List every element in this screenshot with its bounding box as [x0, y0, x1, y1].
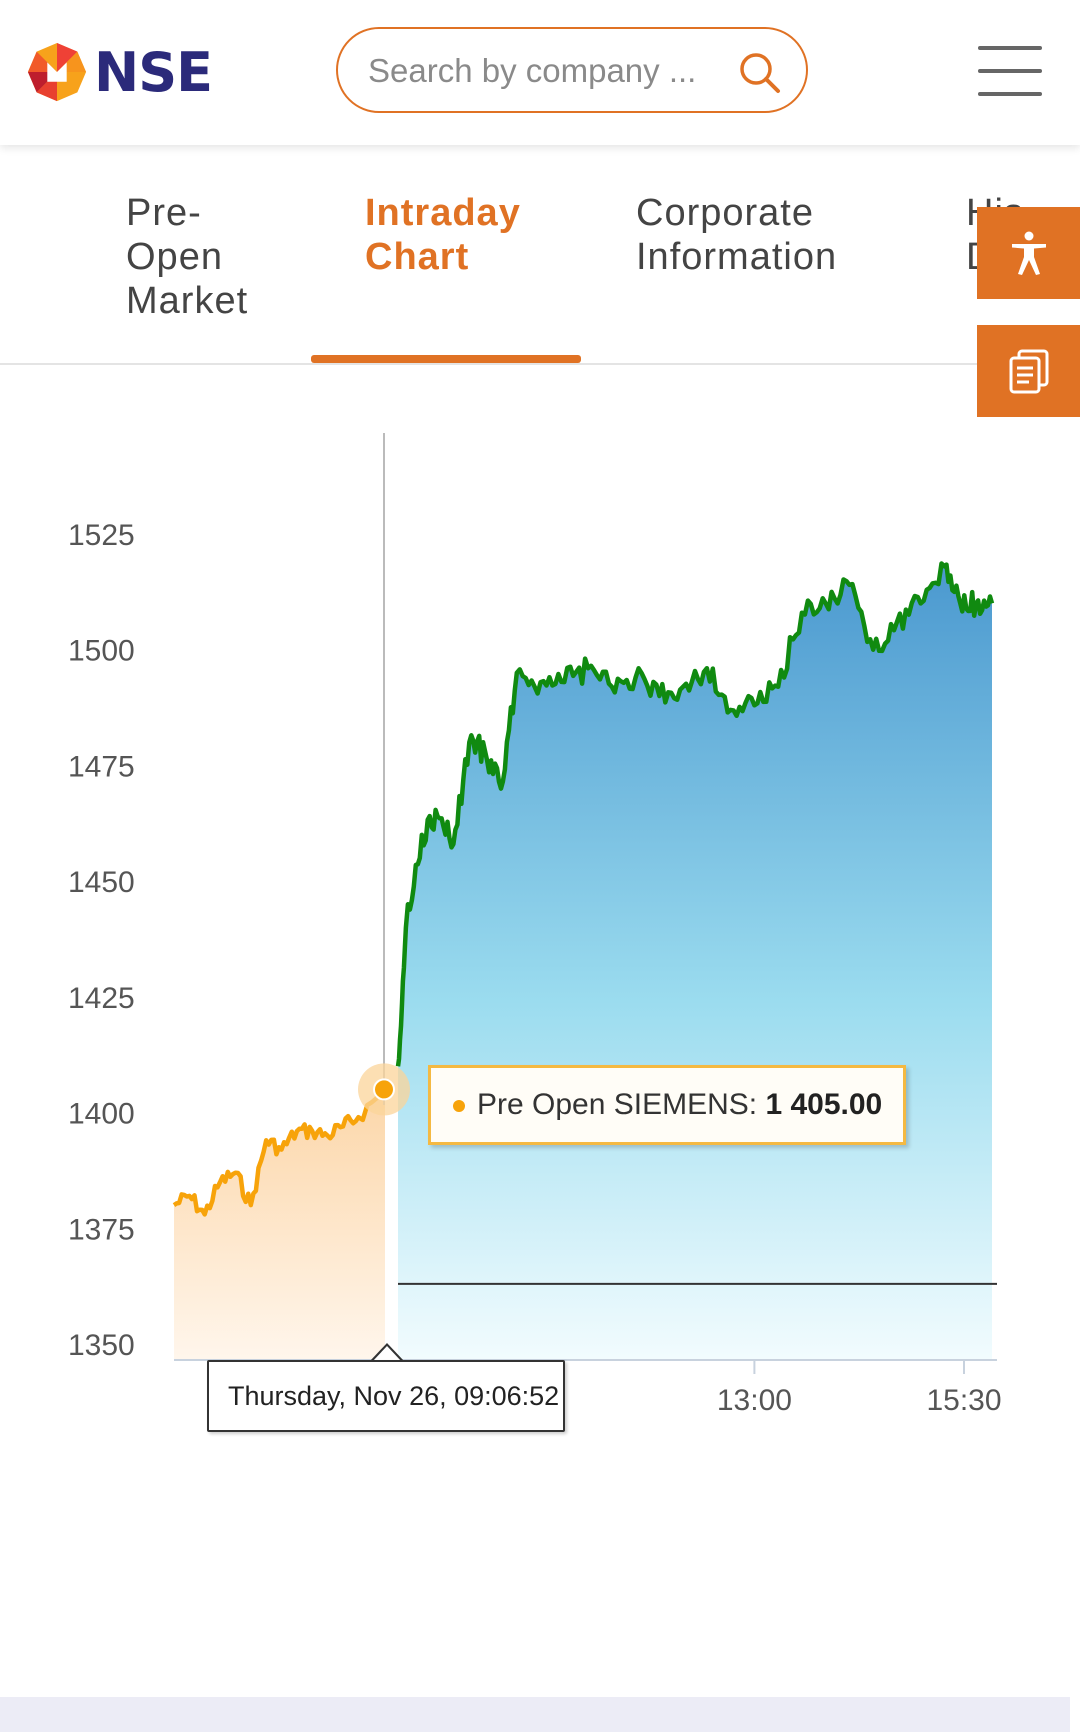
search-icon[interactable]: [738, 51, 782, 95]
tab-label: Open: [126, 236, 223, 278]
x-tick-label: 13:00: [717, 1384, 792, 1417]
tab-pre-open-market[interactable]: Pre- Open Market: [126, 191, 248, 323]
y-tick-label: 1475: [68, 750, 135, 783]
tab-intraday-chart[interactable]: Intraday Chart: [365, 191, 521, 279]
accessibility-button[interactable]: [977, 207, 1080, 299]
tab-label: Information: [636, 236, 838, 278]
series-dot: [453, 1100, 465, 1113]
preopen-area: [174, 1089, 385, 1360]
search-box[interactable]: [336, 27, 808, 113]
tab-label: Intraday: [365, 192, 521, 234]
tooltip-value: 1 405.00: [765, 1088, 883, 1121]
nse-logo[interactable]: NSE: [26, 40, 216, 104]
tab-label: Pre-: [126, 192, 202, 234]
active-tab-indicator: [311, 355, 581, 363]
tab-label: Corporate: [636, 192, 814, 234]
y-tick-label: 1450: [68, 866, 135, 899]
y-tick-label: 1500: [68, 635, 135, 668]
tab-corporate-information[interactable]: Corporate Information: [636, 191, 837, 279]
menu-bar: [978, 69, 1042, 73]
menu-bar: [978, 46, 1042, 50]
footer-strip: [0, 1697, 1070, 1732]
top-header: NSE: [0, 0, 1080, 145]
y-tick-label: 1400: [68, 1098, 135, 1131]
nse-logo-icon: [27, 42, 87, 102]
series-tooltip: Pre Open SIEMENS: 1 405.00: [428, 1065, 906, 1145]
intraday-chart[interactable]: 1525 1500 1475 1450 1425 1400 1375 1350 13:00 15…: [0, 380, 1080, 1480]
x-axis-tooltip: Thursday, Nov 26, 09:06:52: [207, 1360, 565, 1432]
tab-label: Chart: [365, 236, 470, 278]
y-tick-label: 1525: [68, 519, 135, 552]
hamburger-menu-icon[interactable]: [978, 46, 1042, 96]
accessibility-icon: [1011, 231, 1046, 275]
x-tick-label: 15:30: [926, 1384, 1001, 1417]
intraday-chart-svg: 1525 1500 1475 1450 1425 1400 1375 1350 13:00 15…: [68, 433, 1002, 1417]
search-input[interactable]: [366, 47, 710, 95]
market-area: [398, 563, 992, 1360]
logo-text: NSE: [94, 40, 213, 104]
menu-bar: [978, 92, 1042, 96]
y-tick-label: 1375: [68, 1213, 135, 1246]
tab-label: Market: [126, 280, 249, 322]
y-tick-label: 1425: [68, 982, 135, 1015]
tooltip-series-name: Pre Open SIEMENS:: [477, 1088, 758, 1121]
hover-point: [373, 1078, 395, 1101]
tab-bar: Pre- Open Market Intraday Chart Corporat…: [0, 145, 1080, 365]
y-tick-label: 1350: [68, 1329, 135, 1362]
